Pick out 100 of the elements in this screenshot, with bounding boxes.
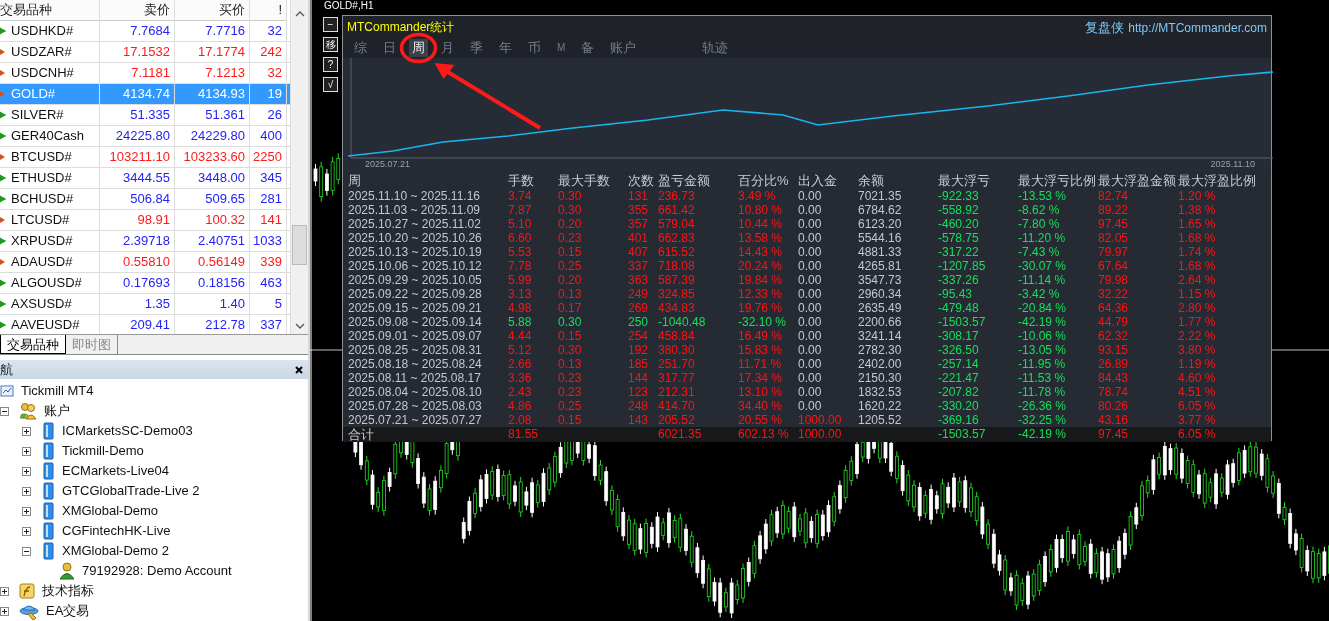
table-row[interactable]: AXSUSD# 1.35 1.40 5 bbox=[0, 294, 290, 315]
table-cell-text: -30.07 % bbox=[1018, 259, 1068, 273]
table-cell-text: -1207.85 bbox=[938, 259, 987, 273]
table-cell-text: 1000.00 bbox=[798, 427, 843, 442]
table-cell-text: 131 bbox=[628, 189, 650, 203]
tab[interactable]: 季 bbox=[467, 39, 486, 57]
table-cell-text: -369.16 bbox=[938, 413, 980, 427]
table-row[interactable]: USDHKD# 7.7684 7.7716 32 bbox=[0, 21, 290, 42]
tab[interactable]: 综 bbox=[351, 39, 370, 57]
table-row[interactable]: BTCUSD# 103211.10 103233.60 2250 bbox=[0, 147, 290, 168]
table-cell-text: 355 bbox=[628, 203, 650, 217]
tab[interactable]: 币 bbox=[525, 39, 544, 57]
column-header[interactable]: 买价 bbox=[175, 0, 250, 21]
table-cell-text: 2025.07.21 ~ 2025.07.27 bbox=[348, 413, 483, 427]
table-cell-text: 64.36 bbox=[1098, 301, 1130, 315]
tree-item[interactable]: XMGlobal-Demo 2 bbox=[62, 541, 169, 561]
tree-item[interactable]: 技术指标 bbox=[42, 581, 94, 601]
tab[interactable]: 日 bbox=[380, 39, 399, 57]
table-cell-text: 144 bbox=[628, 371, 650, 385]
expand-toggle[interactable] bbox=[22, 486, 31, 496]
website-link[interactable]: http://MTCommander.com bbox=[1128, 21, 1267, 35]
table-row[interactable]: SILVER# 51.335 51.361 26 bbox=[0, 105, 290, 126]
expand-toggle[interactable] bbox=[0, 406, 9, 416]
expand-toggle[interactable] bbox=[0, 586, 9, 596]
table-row[interactable]: XRPUSD# 2.39718 2.40751 1033 bbox=[0, 231, 290, 252]
tab[interactable]: 备 bbox=[578, 39, 598, 57]
expand-toggle[interactable] bbox=[22, 466, 31, 476]
table-cell-text: 80.26 bbox=[1098, 399, 1130, 413]
expand-toggle[interactable] bbox=[22, 526, 31, 536]
tab[interactable]: 年 bbox=[496, 39, 515, 57]
expand-toggle[interactable] bbox=[22, 426, 31, 436]
tree-item[interactable]: XMGlobal-Demo bbox=[62, 501, 159, 521]
table-cell-text: 67.64 bbox=[1098, 259, 1130, 273]
scrollbar[interactable] bbox=[290, 0, 308, 334]
toolbar-button[interactable]: 移 bbox=[323, 37, 338, 52]
table-cell-text: 19.84 % bbox=[738, 273, 784, 287]
tree-item[interactable]: 79192928: Demo Account bbox=[82, 561, 232, 581]
table-cell-text: 3241.14 bbox=[858, 329, 903, 343]
table-cell-text: 5.12 bbox=[508, 343, 533, 357]
ask-price: 4134.93 bbox=[175, 84, 250, 104]
table-cell-text: 579.04 bbox=[658, 217, 696, 231]
tree-item[interactable]: CGFintechHK-Live bbox=[62, 521, 171, 541]
table-cell-text: 0.00 bbox=[798, 301, 823, 315]
spread-value: 32 bbox=[250, 63, 287, 83]
table-cell-text: -479.48 bbox=[938, 301, 980, 315]
table-row[interactable]: GER40Cash 24225.80 24229.80 400 bbox=[0, 126, 290, 147]
tab[interactable]: 轨迹 bbox=[699, 39, 732, 57]
table-cell-text: 0.13 bbox=[558, 357, 583, 371]
expand-toggle[interactable] bbox=[22, 446, 31, 456]
column-header[interactable]: 卖价 bbox=[100, 0, 175, 21]
tree-item[interactable]: ICMarketsSC-Demo03 bbox=[62, 421, 193, 441]
table-row[interactable]: ALGOUSD# 0.17693 0.18156 463 bbox=[0, 273, 290, 294]
expand-toggle[interactable] bbox=[22, 546, 31, 556]
table-cell-text: 5.88 bbox=[508, 315, 533, 329]
table-cell-text: 357 bbox=[628, 217, 650, 231]
table-cell-text: -32.25 % bbox=[1018, 413, 1068, 427]
column-header[interactable]: ! bbox=[250, 0, 287, 21]
expand-toggle[interactable] bbox=[22, 506, 31, 516]
ask-price: 7.7716 bbox=[175, 21, 250, 41]
toolbar-button[interactable]: − bbox=[323, 17, 338, 32]
tab[interactable]: 月 bbox=[438, 39, 457, 57]
table-row[interactable]: ETHUSD# 3444.55 3448.00 345 bbox=[0, 168, 290, 189]
table-cell-text: -207.82 bbox=[938, 385, 980, 399]
scrollbar-thumb[interactable] bbox=[292, 225, 307, 265]
table-row[interactable]: BCHUSD# 506.84 509.65 281 bbox=[0, 189, 290, 210]
bid-price: 51.335 bbox=[100, 105, 175, 125]
symbol-name: USDHKD# bbox=[11, 22, 74, 40]
server-icon bbox=[41, 542, 55, 560]
bid-price: 17.1532 bbox=[100, 42, 175, 62]
table-cell-text: 10.80 % bbox=[738, 203, 784, 217]
table-cell-text: 3.49 % bbox=[738, 189, 777, 203]
table-row[interactable]: ADAUSD# 0.55810 0.56149 339 bbox=[0, 252, 290, 273]
table-cell-text: 205.52 bbox=[658, 413, 696, 427]
table-cell-text: 2025.10.13 ~ 2025.10.19 bbox=[348, 245, 483, 259]
toolbar-button[interactable]: √ bbox=[323, 77, 338, 92]
table-cell-text: 6.05 % bbox=[1178, 427, 1217, 442]
symbol-name: ALGOUSD# bbox=[11, 274, 82, 292]
close-icon[interactable] bbox=[294, 364, 304, 375]
tab[interactable]: M bbox=[554, 39, 569, 57]
table-row[interactable]: LTCUSD# 98.91 100.32 141 bbox=[0, 210, 290, 231]
toolbar-button[interactable]: ? bbox=[323, 57, 338, 72]
ask-price: 103233.60 bbox=[175, 147, 250, 167]
expand-toggle[interactable] bbox=[0, 606, 9, 616]
tree-item[interactable]: Tickmill MT4 bbox=[21, 381, 94, 401]
bid-price: 0.55810 bbox=[100, 252, 175, 272]
tab[interactable]: 交易品种 bbox=[0, 335, 66, 354]
tree-item[interactable]: GTCGlobalTrade-Live 2 bbox=[62, 481, 200, 501]
spread-value: 339 bbox=[250, 252, 287, 272]
tab[interactable]: 周 bbox=[409, 39, 428, 57]
column-header[interactable]: 交易品种 bbox=[0, 0, 100, 21]
table-row[interactable]: USDZAR# 17.1532 17.1774 242 bbox=[0, 42, 290, 63]
tab[interactable]: 账户 bbox=[607, 39, 640, 57]
tree-item[interactable]: ECMarkets-Live04 bbox=[62, 461, 169, 481]
monitor-icon bbox=[0, 384, 14, 398]
tree-item[interactable]: EA交易 bbox=[46, 601, 90, 621]
tree-item[interactable]: Tickmill-Demo bbox=[62, 441, 144, 461]
spread-value: 32 bbox=[250, 21, 287, 41]
tree-item[interactable]: 账户 bbox=[44, 401, 70, 421]
table-cell-text: 434.83 bbox=[658, 301, 696, 315]
table-cell-text: 0.00 bbox=[798, 203, 823, 217]
